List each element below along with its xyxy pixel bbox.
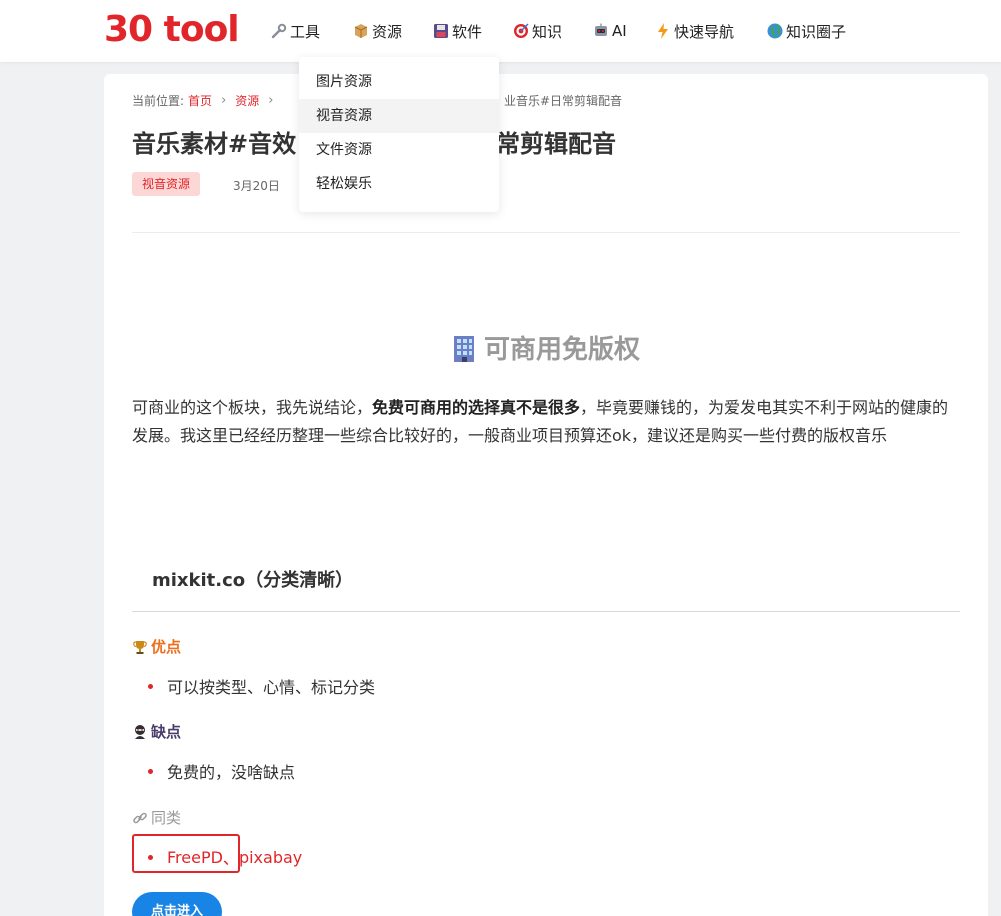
cons-label: 缺点	[132, 721, 181, 742]
resources-dropdown-menu: 图片资源 视音资源 文件资源 轻松娱乐	[299, 57, 499, 212]
nav-item-resources[interactable]: 资源	[352, 0, 432, 62]
article-card: 当前位置: 首页 › 资源 › 业音乐#日常剪辑配音 音乐素材#音效 常剪辑配音…	[104, 74, 988, 916]
cons-item-text: 免费的，没啥缺点	[167, 763, 296, 782]
page-title-part2: 常剪辑配音	[496, 130, 616, 158]
enter-button[interactable]: 点击进入	[132, 892, 222, 916]
intro-text-start: 可商业的这个板块，我先说结论，	[132, 398, 373, 417]
pros-item-text: 可以按类型、心情、标记分类	[167, 678, 376, 697]
nav-label: 工具	[290, 22, 321, 41]
main-nav: 工具 资源 软件 知识 AI 快速导航 知识圈子	[270, 0, 856, 62]
nav-label: AI	[612, 22, 627, 40]
breadcrumb-current: 业音乐#日常剪辑配音	[504, 94, 623, 108]
robot-icon	[595, 23, 607, 36]
floppy-disk-icon	[434, 24, 448, 38]
nav-item-tools[interactable]: 工具	[270, 0, 352, 62]
target-icon	[514, 23, 529, 38]
nav-label: 软件	[452, 22, 483, 41]
nav-label: 资源	[372, 22, 403, 41]
site-logo[interactable]: 30 tool	[104, 10, 240, 50]
office-building-icon	[453, 335, 474, 362]
dropdown-item-files[interactable]: 文件资源	[299, 133, 499, 167]
dropdown-item-entertainment[interactable]: 轻松娱乐	[299, 167, 499, 201]
bullet	[148, 683, 153, 689]
nav-label: 知识	[532, 22, 563, 41]
site-header: 30 tool 工具 资源 软件 知识 AI 快速导航 知识圈子	[0, 0, 1001, 62]
category-tag[interactable]: 视音资源	[132, 172, 201, 196]
list-item: 可以按类型、心情、标记分类	[148, 674, 375, 698]
package-icon	[354, 24, 368, 38]
nav-label: 快速导航	[674, 22, 735, 41]
nav-item-ai[interactable]: AI	[592, 0, 654, 62]
list-item: 免费的，没啥缺点	[148, 759, 295, 783]
pros-label-text: 优点	[151, 638, 182, 656]
breadcrumb-home-link[interactable]: 首页	[188, 92, 212, 109]
ninja-icon	[135, 724, 145, 739]
dropdown-item-images[interactable]: 图片资源	[299, 65, 499, 99]
globe-icon	[767, 23, 783, 39]
bullet	[148, 768, 153, 774]
nav-label: 知识圈子	[786, 22, 847, 41]
logo-text[interactable]: 30 tool	[104, 10, 240, 50]
nav-item-quick-nav[interactable]: 快速导航	[654, 0, 766, 62]
link-icon	[133, 812, 147, 823]
intro-text-bold: 免费可商用的选择真不是很多	[372, 398, 581, 417]
post-date: 3月20日	[233, 179, 280, 193]
similar-label-text: 同类	[151, 809, 182, 827]
nav-item-knowledge[interactable]: 知识	[512, 0, 592, 62]
highlight-box	[132, 834, 240, 873]
chevron-right-icon: ›	[268, 93, 274, 108]
breadcrumb-resources-link[interactable]: 资源	[235, 92, 259, 109]
section-heading: 可商用免版权	[104, 329, 988, 366]
cons-label-text: 缺点	[151, 723, 182, 741]
resource-heading: mixkit.co（分类清晰）	[152, 570, 354, 591]
breadcrumb: 当前位置: 首页 › 资源 › 业音乐#日常剪辑配音	[132, 92, 622, 109]
nav-item-circle[interactable]: 知识圈子	[766, 0, 856, 62]
intro-paragraph: 可商业的这个板块，我先说结论，免费可商用的选择真不是很多，毕竟要赚钱的，为爱发电…	[132, 394, 960, 449]
lightning-icon	[658, 23, 668, 39]
breadcrumb-prefix: 当前位置:	[132, 94, 185, 108]
chevron-right-icon: ›	[221, 93, 227, 108]
page-title: 音乐素材#音效 常剪辑配音	[132, 124, 616, 159]
divider	[132, 611, 960, 612]
pros-label: 优点	[132, 636, 181, 657]
trophy-icon	[133, 640, 147, 654]
nav-item-software[interactable]: 软件	[432, 0, 512, 62]
pixabay-link[interactable]: pixabay	[239, 848, 302, 867]
divider	[132, 232, 960, 233]
similar-label: 同类	[132, 807, 181, 828]
wrench-icon	[271, 23, 287, 39]
page-title-part1: 音乐素材#音效	[132, 130, 297, 158]
section-heading-text: 可商用免版权	[483, 335, 640, 365]
dropdown-item-audio-video[interactable]: 视音资源	[299, 99, 499, 133]
